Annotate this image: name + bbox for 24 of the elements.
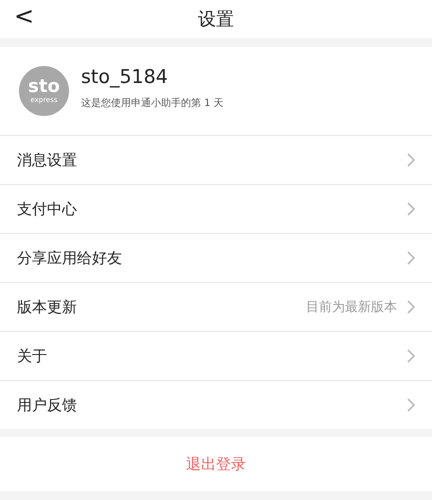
back-button[interactable]: < [8, 2, 40, 30]
chevron-icon [407, 398, 415, 412]
item-label: 用户反馈 [17, 396, 78, 414]
chevron-icon [407, 153, 415, 167]
settings-item[interactable]: 支付中心 [0, 184, 432, 233]
settings-item[interactable]: 分享应用给好友 [0, 233, 432, 282]
item-label: 消息设置 [17, 150, 78, 170]
item-label: 支付中心 [17, 200, 78, 218]
username: sto_5184 [81, 66, 169, 88]
settings-item[interactable]: 消息设置 [0, 135, 432, 184]
chevron-icon [407, 202, 415, 216]
settings-item[interactable]: 用户反馈 [0, 380, 432, 429]
item-label: 版本更新 [17, 298, 78, 316]
chevron-icon [407, 300, 415, 314]
item-label: 关于 [17, 346, 48, 366]
logo-text: sto [28, 78, 60, 96]
item-value: 目前为最新版本 [306, 299, 397, 316]
settings-item[interactable]: 版本更新 目前为最新版本 [0, 282, 432, 331]
item-label: 分享应用给好友 [17, 248, 123, 268]
settings-item[interactable]: 关于 [0, 331, 432, 380]
chevron-icon [407, 349, 415, 363]
page-title: 设置 [198, 8, 234, 31]
chevron-icon [407, 251, 415, 265]
usage-days-text: 这是您使用申通小助手的第 1 天 [81, 96, 224, 110]
